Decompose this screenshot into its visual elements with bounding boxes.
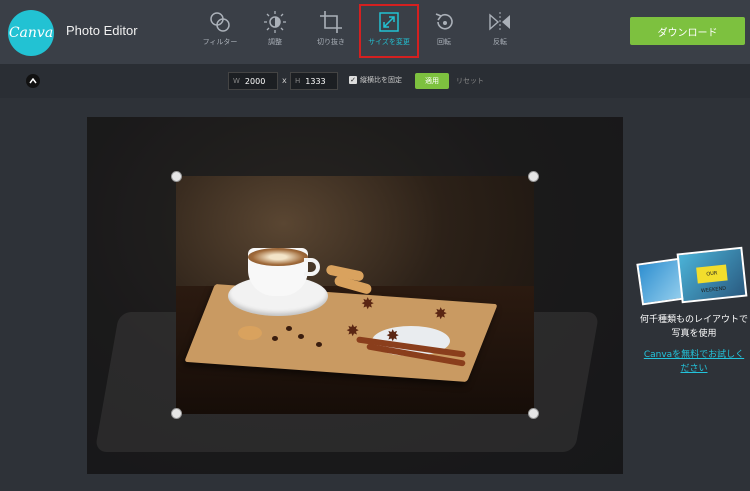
tool-adjust[interactable]: 調整 bbox=[245, 6, 305, 58]
download-button[interactable]: ダウンロード bbox=[630, 17, 745, 45]
cookie bbox=[238, 326, 262, 340]
times-sign: x bbox=[282, 76, 287, 85]
app-title: Photo Editor bbox=[66, 23, 138, 38]
star-anise: ✸ bbox=[434, 304, 448, 323]
height-prefix: H bbox=[295, 77, 301, 85]
tool-crop-label: 切り抜き bbox=[317, 38, 345, 46]
tool-crop[interactable]: 切り抜き bbox=[301, 6, 361, 58]
coffee-bean bbox=[298, 334, 304, 339]
tool-flip-label: 反転 bbox=[493, 38, 507, 46]
star-anise: ✸ bbox=[361, 294, 375, 313]
top-toolbar: Canva Photo Editor フィルター 調整 切り抜き サイズを変更 … bbox=[0, 0, 750, 64]
star-anise: ✸ bbox=[386, 326, 400, 345]
crop-icon bbox=[320, 11, 342, 33]
adjust-icon bbox=[264, 11, 286, 33]
width-input[interactable] bbox=[244, 76, 275, 86]
filter-icon bbox=[210, 12, 230, 32]
coffee-bean bbox=[286, 326, 292, 331]
resize-handle-bottom-right[interactable] bbox=[528, 408, 539, 419]
tool-resize[interactable]: サイズを変更 bbox=[359, 4, 419, 58]
lock-aspect-label: 縦横比を固定 bbox=[360, 76, 402, 84]
promo-text: 何千種類ものレイアウトで写真を使用 bbox=[640, 315, 749, 339]
collapse-toggle[interactable] bbox=[26, 74, 40, 88]
height-field[interactable]: H bbox=[290, 72, 338, 90]
apply-button[interactable]: 適用 bbox=[415, 73, 449, 89]
resize-handle-bottom-left[interactable] bbox=[171, 408, 182, 419]
coffee-bean bbox=[272, 336, 278, 341]
width-prefix: W bbox=[233, 77, 240, 85]
resize-options-bar: W x H ✓ 縦横比を固定 適用 リセット bbox=[0, 64, 750, 98]
tool-adjust-label: 調整 bbox=[268, 38, 282, 46]
tool-filter-label: フィルター bbox=[202, 38, 238, 46]
crop-area[interactable]: ✸ ✸ ✸ ✸ bbox=[176, 176, 534, 414]
promo-photo-front: OUR WEEKEND bbox=[676, 246, 748, 304]
resize-icon bbox=[379, 12, 399, 32]
promo-image-tag: OUR WEEKEND bbox=[696, 264, 728, 294]
tool-rotate-label: 回転 bbox=[437, 38, 451, 46]
flip-icon bbox=[489, 12, 510, 32]
lock-aspect-checkbox[interactable]: ✓ bbox=[349, 76, 357, 84]
rotate-icon bbox=[435, 13, 453, 30]
resize-handle-top-right[interactable] bbox=[528, 171, 539, 182]
cup-handle bbox=[304, 258, 320, 276]
tool-resize-label: サイズを変更 bbox=[368, 38, 410, 46]
coffee-bean bbox=[316, 342, 322, 347]
promo-image: OUR WEEKEND bbox=[636, 246, 750, 308]
resize-handle-top-left[interactable] bbox=[171, 171, 182, 182]
tool-filter[interactable]: フィルター bbox=[190, 6, 250, 58]
canva-logo[interactable]: Canva bbox=[8, 10, 54, 56]
width-field[interactable]: W bbox=[228, 72, 278, 90]
height-input[interactable] bbox=[305, 76, 336, 86]
star-anise: ✸ bbox=[346, 321, 360, 340]
tool-rotate[interactable]: 回転 bbox=[414, 6, 474, 58]
chevron-up-icon bbox=[29, 78, 37, 84]
reset-link[interactable]: リセット bbox=[456, 76, 484, 86]
latte-art bbox=[248, 248, 308, 266]
logo-text: Canva bbox=[8, 25, 54, 41]
promo-link[interactable]: Canvaを無料でお試しください bbox=[640, 348, 748, 376]
tool-flip[interactable]: 反転 bbox=[470, 6, 530, 58]
